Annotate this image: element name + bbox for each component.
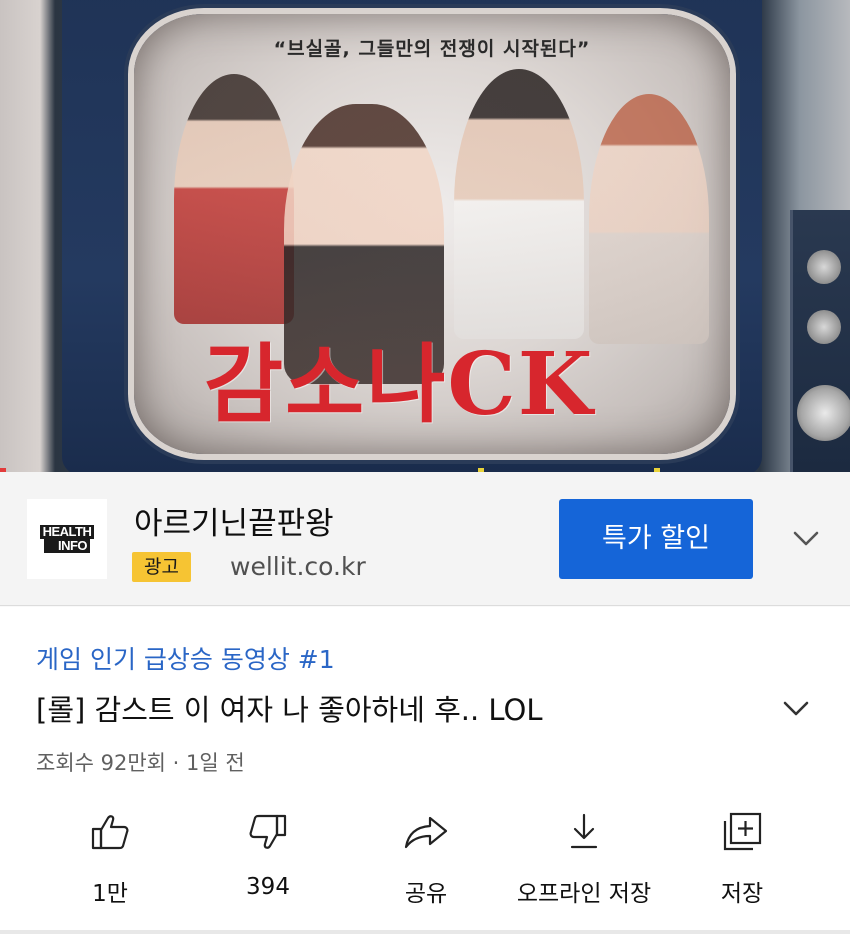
video-title[interactable]: [롤] 감스트 이 여자 나 좋아하네 후.. LOL [36,687,543,729]
ad-title[interactable]: 아르기닌끝판왕 [134,498,334,543]
person-figure [589,94,709,344]
video-tagline: “브실골, 그들만의 전쟁이 시작된다” [273,38,591,60]
trending-hashtag-link[interactable]: 게임 인기 급상승 동영상 #1 [36,640,335,676]
video-player[interactable]: “브실골, 그들만의 전쟁이 시작된다” 감소나CK [0,0,850,472]
view-count-and-date: 조회수 92만회 · 1일 전 [36,751,245,775]
ad-banner[interactable]: HEALTH INFO 아르기닌끝판왕 광고 wellit.co.kr 특가 할… [0,472,850,606]
divider [0,930,850,934]
person-figure [174,74,294,324]
share-label: 공유 [404,881,448,907]
logo-text: HEALTH [39,525,95,539]
logo-text: INFO [43,539,91,553]
advertiser-logo[interactable]: HEALTH INFO [27,499,107,579]
ad-badge: 광고 [132,552,191,582]
dislike-count: 394 [246,874,290,900]
save-playlist-icon [720,802,764,858]
save-label: 저장 [720,881,764,907]
dial-icon [797,385,850,441]
download-label: 오프라인 저장 [516,881,652,907]
like-count: 1만 [92,881,128,907]
chevron-down-icon[interactable] [790,522,822,554]
video-title-art: 감소나CK [204,334,595,435]
video-thumbnail: “브실골, 그들만의 전쟁이 시작된다” 감소나CK [134,14,730,454]
person-figure [454,69,584,339]
share-icon [402,802,450,858]
thumbs-down-icon [246,802,290,858]
save-button[interactable]: 저장 [657,802,827,912]
knob-icon [807,310,841,344]
thumbs-up-icon [88,802,132,858]
download-icon [562,802,606,858]
share-button[interactable]: 공유 [341,802,511,912]
video-info: 게임 인기 급상승 동영상 #1 [롤] 감스트 이 여자 나 좋아하네 후..… [0,607,850,934]
dislike-button[interactable]: 394 [183,802,353,912]
knob-icon [807,250,841,284]
like-button[interactable]: 1만 [25,802,195,912]
ad-cta-button[interactable]: 특가 할인 [559,499,753,579]
chevron-down-icon[interactable] [780,692,812,724]
tv-control-panel [790,210,850,472]
ad-domain[interactable]: wellit.co.kr [230,552,366,582]
download-button[interactable]: 오프라인 저장 [499,802,669,912]
action-bar: 1만 394 공유 오프라인 저장 저장 [0,802,850,912]
